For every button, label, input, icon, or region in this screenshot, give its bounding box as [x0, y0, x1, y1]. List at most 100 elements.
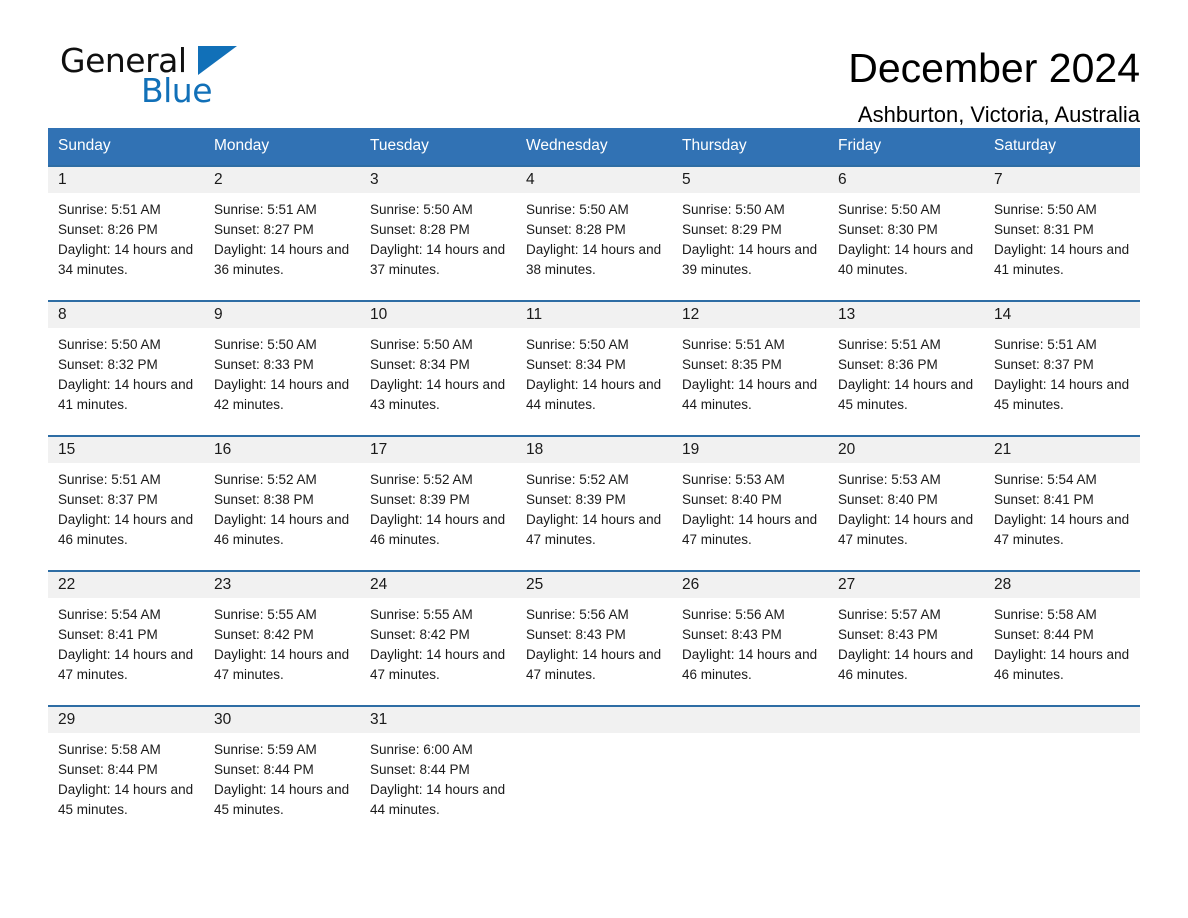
day-cell-body: 20 Sunrise: 5:53 AM Sunset: 8:40 PM Dayligh… — [828, 437, 984, 570]
general-blue-logo[interactable]: General Blue — [48, 42, 278, 114]
calendar-day-cell[interactable]: 5 Sunrise: 5:50 AM Sunset: 8:29 PM Daylight… — [672, 165, 828, 301]
day-cell-body: 12 Sunrise: 5:51 AM Sunset: 8:35 PM Dayligh… — [672, 302, 828, 435]
sunset-text: Sunset: 8:29 PM — [682, 222, 782, 237]
day-details: Sunrise: 5:50 AM Sunset: 8:33 PM Daylight:… — [204, 328, 360, 415]
daylight-text: Daylight: 14 hours and 45 minutes. — [214, 782, 350, 817]
calendar-cell-empty — [516, 705, 672, 827]
day-cell-body: 16 Sunrise: 5:52 AM Sunset: 8:38 PM Dayligh… — [204, 437, 360, 570]
day-number: 3 — [360, 167, 516, 193]
calendar-day-cell[interactable]: 1 Sunrise: 5:51 AM Sunset: 8:26 PM Daylight… — [48, 165, 204, 301]
day-cell-body: 18 Sunrise: 5:52 AM Sunset: 8:39 PM Dayligh… — [516, 437, 672, 570]
sunrise-text: Sunrise: 5:56 AM — [526, 607, 629, 622]
sunset-text: Sunset: 8:26 PM — [58, 222, 158, 237]
day-cell-body: 15 Sunrise: 5:51 AM Sunset: 8:37 PM Dayligh… — [48, 437, 204, 570]
sunset-text: Sunset: 8:33 PM — [214, 357, 314, 372]
calendar-day-cell[interactable]: 17 Sunrise: 5:52 AM Sunset: 8:39 PM Dayligh… — [360, 435, 516, 571]
calendar-day-cell[interactable]: 21 Sunrise: 5:54 AM Sunset: 8:41 PM Dayligh… — [984, 435, 1140, 571]
calendar-day-cell[interactable]: 3 Sunrise: 5:50 AM Sunset: 8:28 PM Daylight… — [360, 165, 516, 301]
sunrise-text: Sunrise: 5:50 AM — [526, 337, 629, 352]
day-cell-body: 6 Sunrise: 5:50 AM Sunset: 8:30 PM Daylight… — [828, 167, 984, 300]
day-details: Sunrise: 5:50 AM Sunset: 8:34 PM Daylight:… — [360, 328, 516, 415]
daylight-text: Daylight: 14 hours and 46 minutes. — [838, 647, 974, 682]
calendar-day-cell[interactable]: 13 Sunrise: 5:51 AM Sunset: 8:36 PM Dayligh… — [828, 300, 984, 436]
day-number: 1 — [48, 167, 204, 193]
sunrise-sunset-calendar: Sunday Monday Tuesday Wednesday Thursday… — [48, 128, 1140, 827]
calendar-cell-empty — [828, 705, 984, 827]
calendar-day-cell[interactable]: 26 Sunrise: 5:56 AM Sunset: 8:43 PM Dayligh… — [672, 570, 828, 706]
daylight-text: Daylight: 14 hours and 38 minutes. — [526, 242, 662, 277]
sunset-text: Sunset: 8:34 PM — [370, 357, 470, 372]
calendar-day-cell[interactable]: 4 Sunrise: 5:50 AM Sunset: 8:28 PM Daylight… — [516, 165, 672, 301]
logo-word-blue: Blue — [141, 71, 213, 110]
calendar-day-cell[interactable]: 8 Sunrise: 5:50 AM Sunset: 8:32 PM Daylight… — [48, 300, 204, 436]
day-details: Sunrise: 5:50 AM Sunset: 8:28 PM Daylight:… — [516, 193, 672, 280]
calendar-day-cell[interactable]: 25 Sunrise: 5:56 AM Sunset: 8:43 PM Dayligh… — [516, 570, 672, 706]
day-number: 4 — [516, 167, 672, 193]
day-details: Sunrise: 5:56 AM Sunset: 8:43 PM Daylight:… — [516, 598, 672, 685]
day-details: Sunrise: 5:51 AM Sunset: 8:37 PM Daylight:… — [984, 328, 1140, 415]
calendar-day-cell[interactable]: 10 Sunrise: 5:50 AM Sunset: 8:34 PM Dayligh… — [360, 300, 516, 436]
calendar-day-cell[interactable]: 19 Sunrise: 5:53 AM Sunset: 8:40 PM Dayligh… — [672, 435, 828, 571]
sunrise-text: Sunrise: 5:51 AM — [58, 472, 161, 487]
calendar-day-cell[interactable]: 14 Sunrise: 5:51 AM Sunset: 8:37 PM Dayligh… — [984, 300, 1140, 436]
day-number: 2 — [204, 167, 360, 193]
calendar-day-cell[interactable]: 6 Sunrise: 5:50 AM Sunset: 8:30 PM Daylight… — [828, 165, 984, 301]
sunrise-text: Sunrise: 5:51 AM — [994, 337, 1097, 352]
daylight-text: Daylight: 14 hours and 45 minutes. — [838, 377, 974, 412]
daylight-text: Daylight: 14 hours and 45 minutes. — [994, 377, 1130, 412]
calendar-day-cell[interactable]: 20 Sunrise: 5:53 AM Sunset: 8:40 PM Dayligh… — [828, 435, 984, 571]
daylight-text: Daylight: 14 hours and 46 minutes. — [370, 512, 506, 547]
calendar-day-cell[interactable]: 15 Sunrise: 5:51 AM Sunset: 8:37 PM Dayligh… — [48, 435, 204, 571]
day-cell-body: 22 Sunrise: 5:54 AM Sunset: 8:41 PM Dayligh… — [48, 572, 204, 705]
day-details: Sunrise: 5:54 AM Sunset: 8:41 PM Daylight:… — [984, 463, 1140, 550]
location-subtitle: Ashburton, Victoria, Australia — [857, 102, 1140, 127]
day-number: 7 — [984, 167, 1140, 193]
sunrise-text: Sunrise: 6:00 AM — [370, 742, 473, 757]
day-details: Sunrise: 5:53 AM Sunset: 8:40 PM Daylight:… — [672, 463, 828, 550]
weekday-header-wednesday: Wednesday — [516, 128, 672, 166]
calendar-day-cell[interactable]: 2 Sunrise: 5:51 AM Sunset: 8:27 PM Daylight… — [204, 165, 360, 301]
day-details: Sunrise: 5:55 AM Sunset: 8:42 PM Daylight:… — [204, 598, 360, 685]
weekday-header-friday: Friday — [828, 128, 984, 166]
daylight-text: Daylight: 14 hours and 44 minutes. — [682, 377, 818, 412]
calendar-day-cell[interactable]: 23 Sunrise: 5:55 AM Sunset: 8:42 PM Dayligh… — [204, 570, 360, 706]
day-number: 12 — [672, 302, 828, 328]
calendar-day-cell[interactable]: 30 Sunrise: 5:59 AM Sunset: 8:44 PM Dayligh… — [204, 705, 360, 827]
calendar-day-cell[interactable]: 9 Sunrise: 5:50 AM Sunset: 8:33 PM Daylight… — [204, 300, 360, 436]
day-cell-body: 28 Sunrise: 5:58 AM Sunset: 8:44 PM Dayligh… — [984, 572, 1140, 705]
day-details: Sunrise: 5:57 AM Sunset: 8:43 PM Daylight:… — [828, 598, 984, 685]
sunrise-text: Sunrise: 5:55 AM — [214, 607, 317, 622]
day-cell-body: 19 Sunrise: 5:53 AM Sunset: 8:40 PM Dayligh… — [672, 437, 828, 570]
daylight-text: Daylight: 14 hours and 46 minutes. — [58, 512, 194, 547]
daylight-text: Daylight: 14 hours and 41 minutes. — [994, 242, 1130, 277]
sunset-text: Sunset: 8:44 PM — [370, 762, 470, 777]
day-cell-body: 26 Sunrise: 5:56 AM Sunset: 8:43 PM Dayligh… — [672, 572, 828, 705]
calendar-day-cell[interactable]: 24 Sunrise: 5:55 AM Sunset: 8:42 PM Dayligh… — [360, 570, 516, 706]
daylight-text: Daylight: 14 hours and 40 minutes. — [838, 242, 974, 277]
day-details — [516, 733, 672, 740]
calendar-day-cell[interactable]: 18 Sunrise: 5:52 AM Sunset: 8:39 PM Dayligh… — [516, 435, 672, 571]
sunset-text: Sunset: 8:34 PM — [526, 357, 626, 372]
day-details: Sunrise: 5:50 AM Sunset: 8:34 PM Daylight:… — [516, 328, 672, 415]
daylight-text: Daylight: 14 hours and 42 minutes. — [214, 377, 350, 412]
sunrise-text: Sunrise: 5:58 AM — [58, 742, 161, 757]
day-number: 15 — [48, 437, 204, 463]
calendar-day-cell[interactable]: 16 Sunrise: 5:52 AM Sunset: 8:38 PM Dayligh… — [204, 435, 360, 571]
calendar-day-cell[interactable]: 29 Sunrise: 5:58 AM Sunset: 8:44 PM Dayligh… — [48, 705, 204, 827]
day-cell-body: 27 Sunrise: 5:57 AM Sunset: 8:43 PM Dayligh… — [828, 572, 984, 705]
calendar-day-cell[interactable]: 12 Sunrise: 5:51 AM Sunset: 8:35 PM Dayligh… — [672, 300, 828, 436]
calendar-day-cell[interactable]: 27 Sunrise: 5:57 AM Sunset: 8:43 PM Dayligh… — [828, 570, 984, 706]
day-details — [672, 733, 828, 740]
calendar-header-row: Sunday Monday Tuesday Wednesday Thursday… — [48, 128, 1140, 166]
day-number: 29 — [48, 707, 204, 733]
calendar-day-cell[interactable]: 31 Sunrise: 6:00 AM Sunset: 8:44 PM Dayligh… — [360, 705, 516, 827]
calendar-day-cell[interactable]: 22 Sunrise: 5:54 AM Sunset: 8:41 PM Dayligh… — [48, 570, 204, 706]
calendar-day-cell[interactable]: 28 Sunrise: 5:58 AM Sunset: 8:44 PM Dayligh… — [984, 570, 1140, 706]
daylight-text: Daylight: 14 hours and 46 minutes. — [682, 647, 818, 682]
day-cell-body — [672, 707, 828, 827]
calendar-day-cell[interactable]: 11 Sunrise: 5:50 AM Sunset: 8:34 PM Dayligh… — [516, 300, 672, 436]
calendar-day-cell[interactable]: 7 Sunrise: 5:50 AM Sunset: 8:31 PM Daylight… — [984, 165, 1140, 301]
day-number: 9 — [204, 302, 360, 328]
calendar-week-row: 15 Sunrise: 5:51 AM Sunset: 8:37 PM Dayligh… — [48, 435, 1140, 571]
day-details: Sunrise: 5:59 AM Sunset: 8:44 PM Daylight:… — [204, 733, 360, 820]
